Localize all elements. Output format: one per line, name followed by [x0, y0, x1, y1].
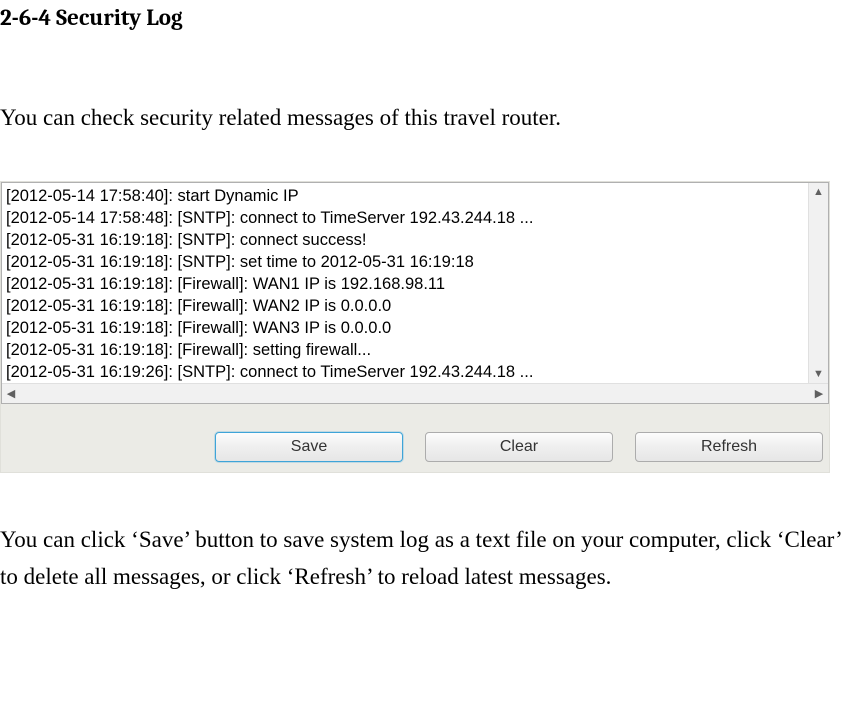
scroll-right-icon[interactable]: ▶ [810, 385, 828, 403]
log-textarea[interactable]: [2012-05-14 17:58:40]: start Dynamic IP … [2, 183, 808, 383]
clear-button[interactable]: Clear [425, 432, 613, 462]
log-content-row: [2012-05-14 17:58:40]: start Dynamic IP … [2, 183, 828, 383]
horizontal-scrollbar[interactable]: ◀ ▶ [2, 383, 828, 403]
scroll-down-icon[interactable]: ▼ [810, 365, 828, 383]
outro-paragraph: You can click ‘Save’ button to save syst… [0, 521, 857, 595]
refresh-button[interactable]: Refresh [635, 432, 823, 462]
scroll-left-icon[interactable]: ◀ [2, 385, 20, 403]
section-heading: 2-6-4 Security Log [0, 0, 857, 31]
intro-paragraph: You can check security related messages … [0, 105, 857, 131]
scroll-up-icon[interactable]: ▲ [810, 183, 828, 201]
save-button[interactable]: Save [215, 432, 403, 462]
button-row: Save Clear Refresh [1, 404, 829, 472]
log-textarea-wrapper: [2012-05-14 17:58:40]: start Dynamic IP … [1, 182, 829, 404]
vertical-scrollbar[interactable]: ▲ ▼ [808, 183, 828, 383]
security-log-panel: [2012-05-14 17:58:40]: start Dynamic IP … [0, 181, 830, 473]
